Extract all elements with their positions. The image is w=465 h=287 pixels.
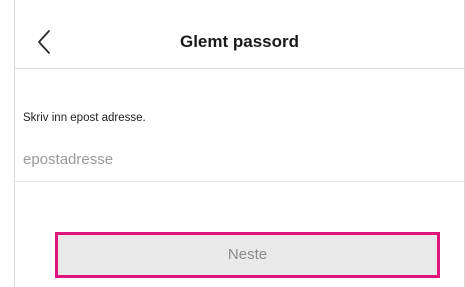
next-button[interactable]: Neste (58, 235, 437, 275)
chevron-left-icon (38, 30, 50, 54)
email-field[interactable] (15, 138, 464, 182)
forgot-password-screen: Glemt passord Skriv inn epost adresse. N… (0, 0, 465, 287)
back-button[interactable] (35, 28, 55, 56)
page-title: Glemt passord (179, 32, 300, 51)
next-button-highlight: Neste (55, 232, 440, 278)
email-instruction-label: Skriv inn epost adresse. (23, 112, 146, 124)
header-bar: Glemt passord (15, 15, 464, 69)
